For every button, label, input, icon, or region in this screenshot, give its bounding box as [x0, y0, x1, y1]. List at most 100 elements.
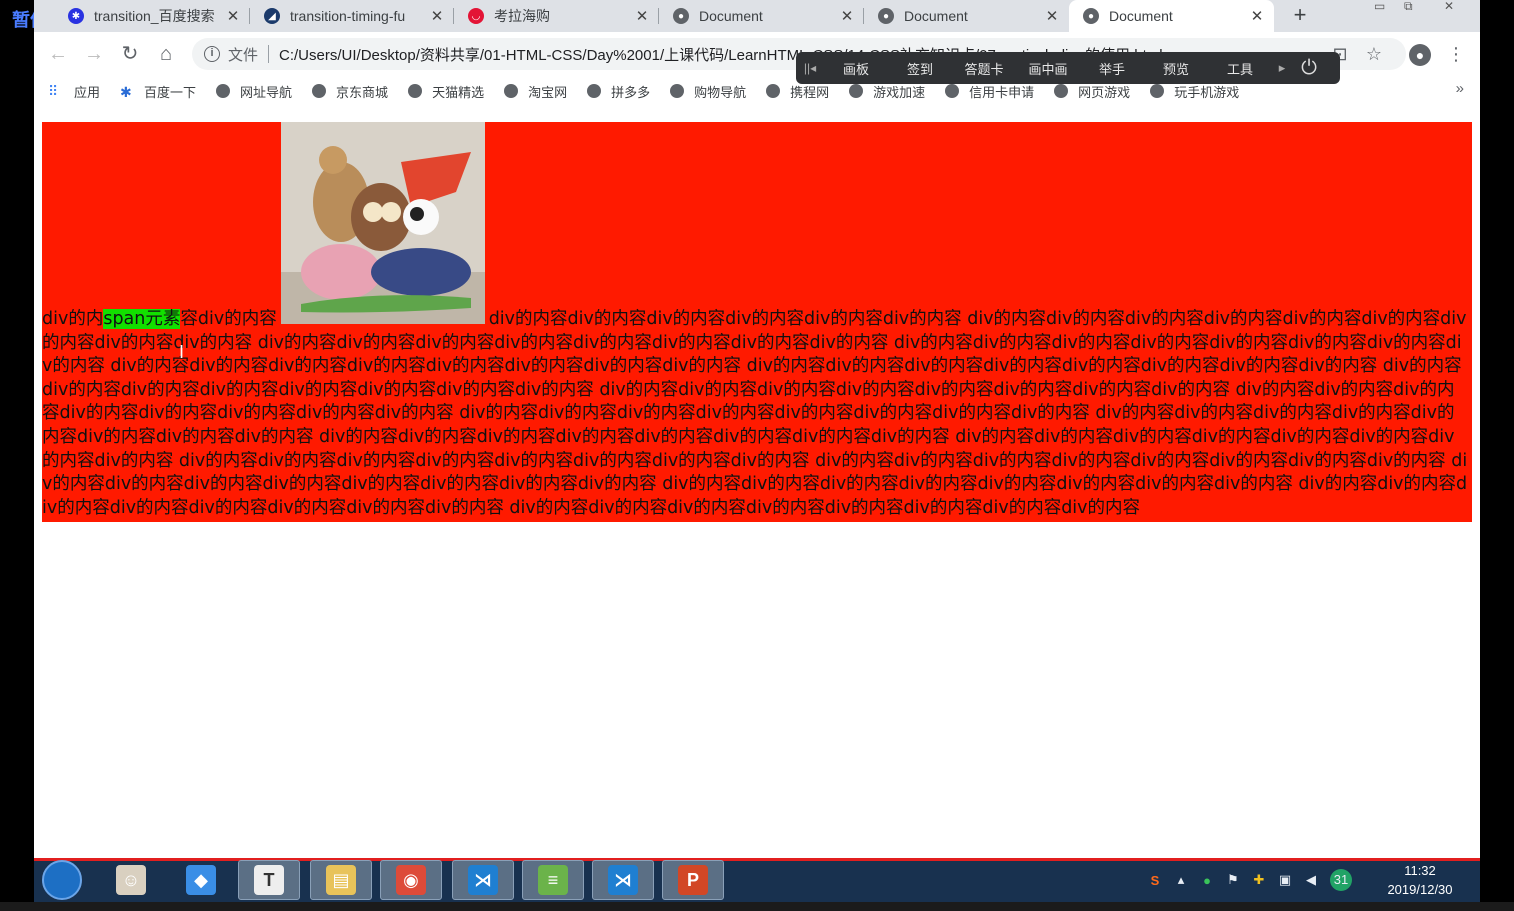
start-button-icon[interactable]	[42, 860, 82, 900]
tab-baidu-search[interactable]: ✱ transition_百度搜索 ✕	[54, 0, 250, 32]
close-window-icon[interactable]: ✕	[1444, 0, 1454, 14]
taskbar-app[interactable]: ⋊	[452, 860, 514, 900]
omnibox-divider	[268, 45, 270, 63]
bookmark-item[interactable]: 拼多多	[587, 82, 650, 101]
back-icon[interactable]: ←	[46, 42, 70, 66]
globe-icon: ●	[878, 8, 894, 24]
new-tab-button[interactable]: +	[1286, 2, 1314, 28]
globe-icon	[849, 84, 864, 98]
taskbar-app[interactable]: ☺	[100, 860, 162, 900]
forward-icon[interactable]: →	[82, 42, 106, 66]
browser-window: ✱ transition_百度搜索 ✕ ◢ transition-timing-…	[34, 0, 1480, 858]
bookmark-item[interactable]: 携程网	[766, 82, 829, 101]
powerpoint-icon: P	[678, 865, 708, 895]
classbar-item-pip[interactable]: 画中画	[1016, 59, 1080, 78]
network-status-icon[interactable]: ●	[1194, 873, 1220, 888]
globe-icon: ●	[1083, 8, 1099, 24]
tray-expand-icon[interactable]: ▴	[1168, 872, 1194, 888]
sogou-ime-icon[interactable]: S	[1142, 873, 1168, 888]
taskbar-app[interactable]: P	[662, 860, 724, 900]
tab-title: 考拉海购	[494, 8, 550, 24]
bookmark-item[interactable]: 游戏加速	[849, 82, 925, 101]
bookmark-item[interactable]: 网址导航	[216, 82, 292, 101]
classbar-item-draw[interactable]: 画板	[824, 59, 888, 78]
bookmark-item[interactable]: ⠿ 应用	[48, 82, 100, 101]
bookmark-item[interactable]: 网页游戏	[1054, 82, 1130, 101]
taskbar-app[interactable]: T	[238, 860, 300, 900]
close-icon[interactable]: ✕	[428, 7, 446, 25]
explorer-icon: ▤	[326, 865, 356, 895]
qq-avatar-icon: ☺	[116, 865, 146, 895]
minimize-icon[interactable]: ▭	[1374, 0, 1385, 14]
bookmark-label: 拼多多	[611, 84, 651, 100]
bookmark-label: 携程网	[790, 84, 830, 100]
bookmarks-overflow-chevron-icon[interactable]: »	[1456, 80, 1464, 97]
tab-kaola[interactable]: ◡ 考拉海购 ✕	[454, 0, 659, 32]
reload-icon[interactable]: ↻	[118, 42, 142, 66]
scheme-label: 文件	[228, 46, 259, 64]
globe-icon	[504, 84, 519, 98]
tab-title: Document	[904, 8, 968, 24]
profile-avatar-icon[interactable]: ●	[1409, 44, 1431, 66]
apps-grid-icon: ⠿	[48, 83, 59, 99]
flag-icon[interactable]: ⚑	[1220, 872, 1246, 888]
close-icon[interactable]: ✕	[224, 7, 242, 25]
taskbar-app[interactable]: ◉	[380, 860, 442, 900]
taskbar-app[interactable]: ▤	[310, 860, 372, 900]
clock-date: 2019/12/30	[1387, 882, 1453, 897]
tray-badge[interactable]: 31	[1330, 869, 1352, 891]
bookmark-item[interactable]: 购物导航	[670, 82, 746, 101]
close-icon[interactable]: ✕	[633, 7, 651, 25]
bookmark-label: 信用卡申请	[969, 84, 1035, 100]
classroom-toolbar: ||◂ 画板 签到 答题卡 画中画 举手 预览 工具 ▸ ⏻	[796, 52, 1340, 84]
classbar-item-tools[interactable]: 工具	[1208, 59, 1272, 78]
close-icon[interactable]: ✕	[838, 7, 856, 25]
restore-icon[interactable]: ⧉	[1404, 0, 1413, 14]
bookmark-item[interactable]: 天猫精选	[408, 82, 484, 101]
menu-kebab-icon[interactable]: ⋮	[1444, 42, 1468, 66]
classbar-item-raise-hand[interactable]: 举手	[1080, 59, 1144, 78]
classbar-item-preview[interactable]: 预览	[1144, 59, 1208, 78]
taskbar-app[interactable]: ⋊	[592, 860, 654, 900]
vscode-icon: ⋊	[468, 865, 498, 895]
home-icon[interactable]: ⌂	[154, 42, 178, 66]
tab-mdn[interactable]: ◢ transition-timing-fu ✕	[250, 0, 454, 32]
screen-bottom-strip	[0, 902, 1514, 911]
monitor-icon[interactable]: ▣	[1272, 872, 1298, 888]
bookmark-star-icon[interactable]: ☆	[1362, 42, 1386, 66]
feishu-icon: ◆	[186, 865, 216, 895]
div-text-after-span: 容div的内容	[180, 309, 277, 329]
close-icon[interactable]: ✕	[1248, 7, 1266, 25]
tab-document-1[interactable]: ● Document ✕	[659, 0, 864, 32]
volume-icon[interactable]: ◀	[1298, 872, 1324, 888]
globe-icon	[1150, 84, 1165, 98]
taskbar-app[interactable]: ≡	[522, 860, 584, 900]
tab-document-active[interactable]: ● Document ✕	[1069, 0, 1274, 32]
tab-strip: ✱ transition_百度搜索 ✕ ◢ transition-timing-…	[34, 0, 1480, 32]
typora-icon: T	[254, 865, 284, 895]
collapse-arrow-icon[interactable]: ▸	[1272, 60, 1292, 76]
classbar-item-answer-card[interactable]: 答题卡	[952, 59, 1016, 78]
power-icon[interactable]: ⏻	[1292, 57, 1326, 80]
taskbar-app[interactable]: ◆	[170, 860, 232, 900]
bookmark-item[interactable]: ✱ 百度一下	[120, 82, 196, 101]
bookmark-item[interactable]: 玩手机游戏	[1150, 82, 1239, 101]
bookmark-label: 百度一下	[144, 84, 197, 100]
plus-tray-icon[interactable]: ✚	[1246, 872, 1272, 888]
close-icon[interactable]: ✕	[1043, 7, 1061, 25]
tab-title: Document	[1109, 8, 1173, 24]
bookmark-item[interactable]: 京东商城	[312, 82, 388, 101]
tab-document-2[interactable]: ● Document ✕	[864, 0, 1069, 32]
info-icon[interactable]: i	[204, 46, 220, 62]
demo-div: div的内span元素容div的内容 div的内容div的内容div的内容div…	[42, 122, 1472, 523]
grip-icon[interactable]: ||◂	[796, 61, 824, 75]
clock[interactable]: 11:32 2019/12/30	[1378, 861, 1462, 899]
classbar-item-signin[interactable]: 签到	[888, 59, 952, 78]
system-tray: S ▴ ● ⚑ ✚ ▣ ◀ 31	[1142, 862, 1352, 898]
bookmark-label: 应用	[74, 84, 101, 100]
globe-icon	[670, 84, 685, 98]
bookmark-label: 游戏加速	[873, 84, 926, 100]
globe-icon	[312, 84, 327, 98]
bookmark-item[interactable]: 淘宝网	[504, 82, 567, 101]
bookmark-item[interactable]: 信用卡申请	[945, 82, 1034, 101]
